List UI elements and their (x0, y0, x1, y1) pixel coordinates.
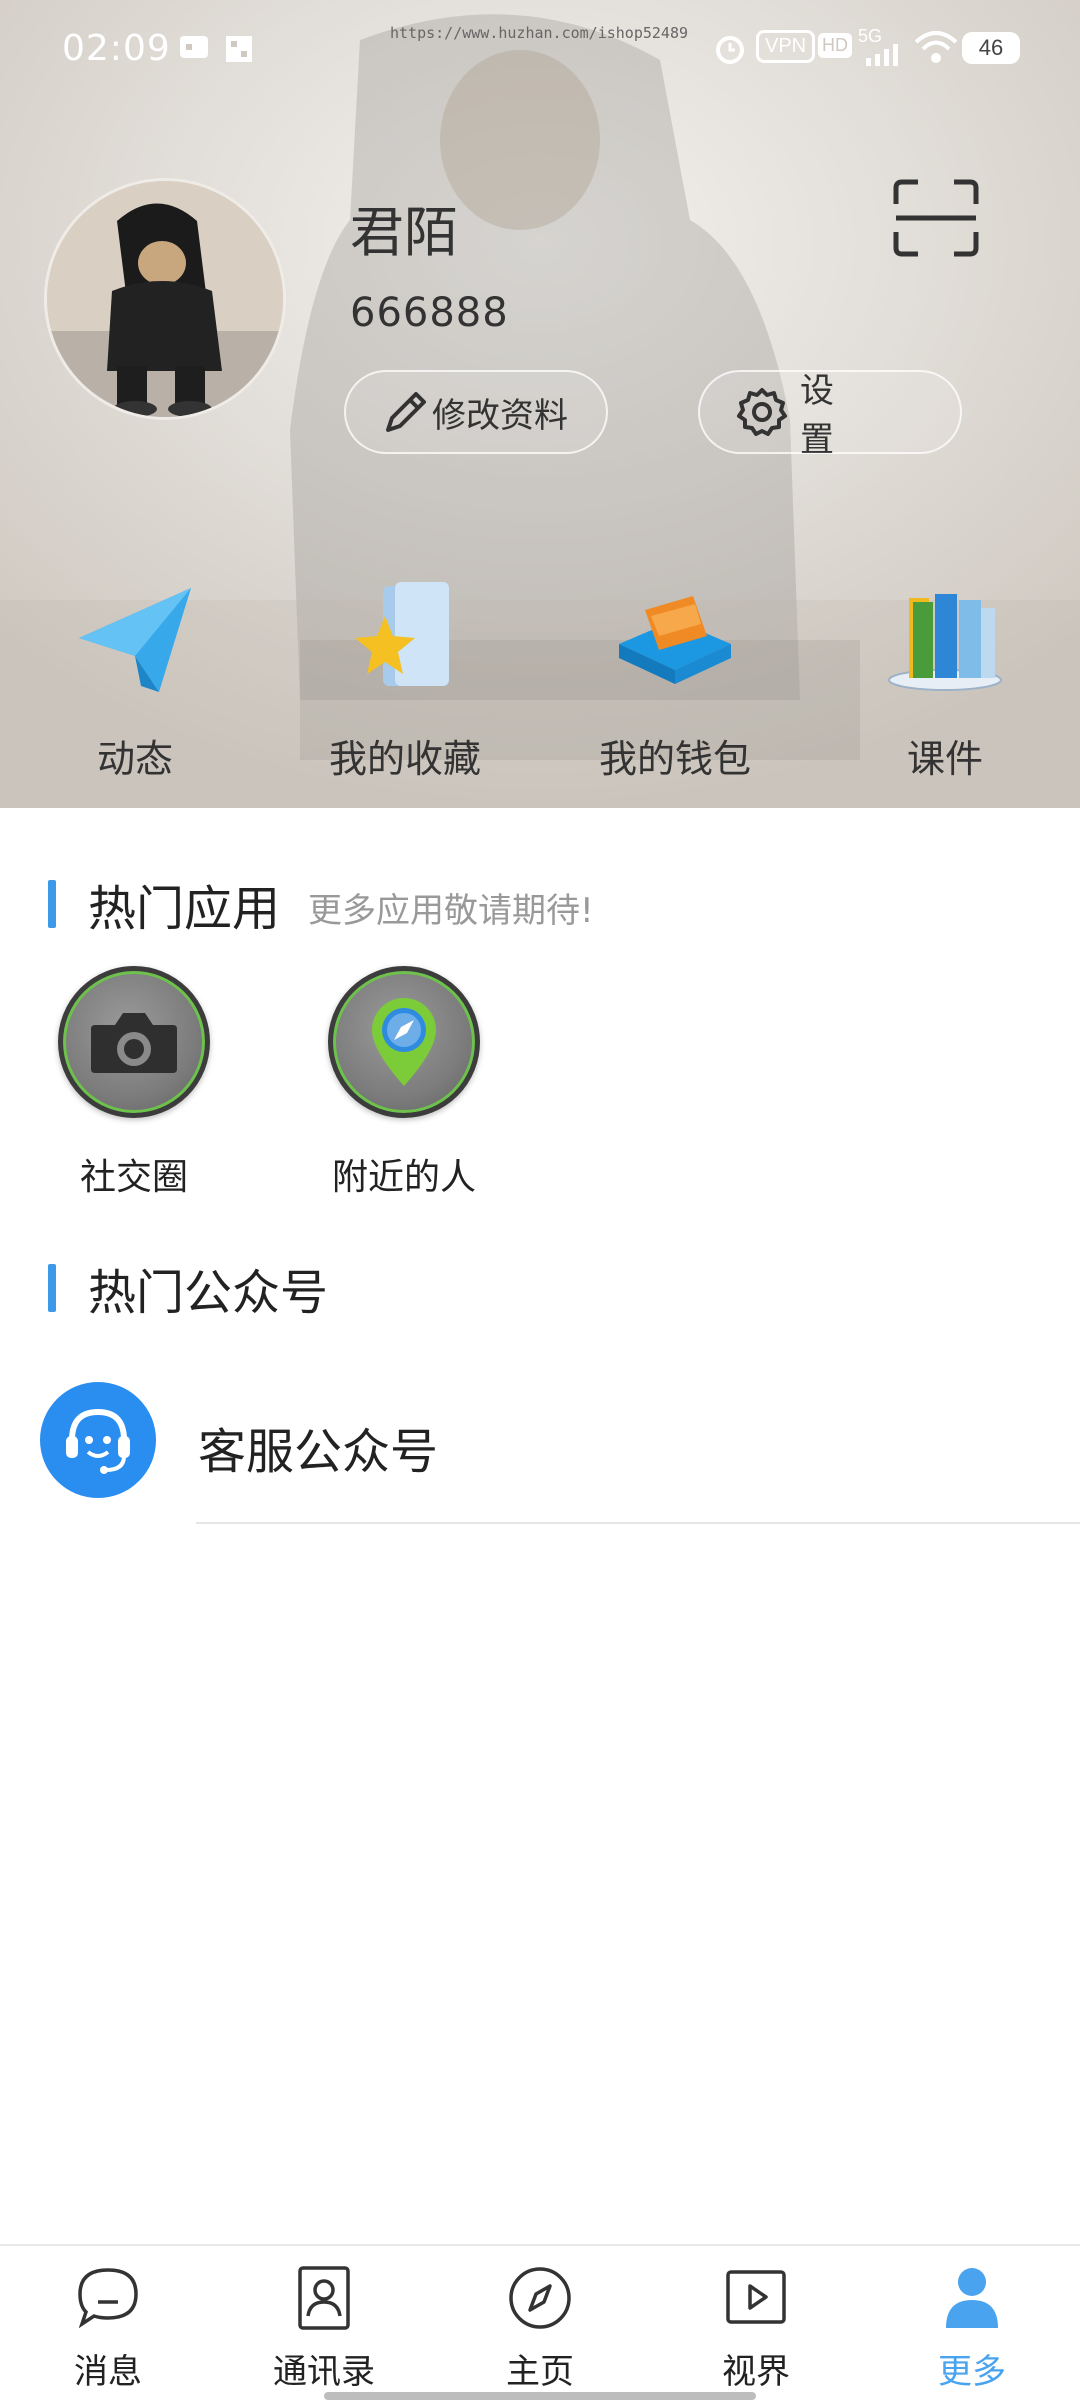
vpn-badge: VPN (756, 30, 816, 63)
nav-label: 通讯录 (273, 2352, 375, 2392)
quick-action-wallet[interactable]: 我的钱包 (565, 580, 785, 781)
nav-home[interactable]: 主页 (432, 2264, 648, 2394)
home-indicator[interactable] (324, 2392, 756, 2400)
official-account-customer-service[interactable]: 客服公众号 (40, 1378, 1080, 1526)
avatar-image (47, 181, 283, 417)
profile-header: 02:09 https://www.huzhan.com/ishop52489 … (0, 0, 1080, 808)
wallet-icon (619, 596, 731, 684)
qr-notification-icon (226, 36, 252, 62)
nav-label: 更多 (938, 2352, 1006, 2392)
quick-action-moments[interactable]: 动态 (25, 580, 245, 781)
app-label: 附近的人 (331, 1157, 476, 1198)
user-name: 君陌 (350, 201, 458, 264)
section-accent-bar (48, 1264, 56, 1312)
settings-button[interactable]: 设置 (698, 370, 962, 460)
scan-button[interactable] (892, 178, 980, 258)
nav-label: 视界 (722, 2352, 790, 2392)
quick-action-label: 课件 (906, 737, 983, 781)
app-nearby-people[interactable]: 附近的人 (270, 966, 490, 1198)
gear-icon (737, 388, 787, 436)
hd-badge: HD (818, 33, 852, 58)
bottom-navigation: 消息 通讯录 主页 视界 更多 (0, 2244, 1080, 2404)
settings-label: 设置 (800, 371, 918, 460)
person-icon (946, 2268, 998, 2328)
customer-service-icon (66, 1408, 130, 1474)
paper-plane-icon (79, 588, 191, 692)
books-icon (888, 594, 1002, 691)
camera-icon (91, 1013, 177, 1073)
app-icon (58, 966, 210, 1118)
pencil-icon (386, 392, 426, 432)
scan-icon (893, 179, 979, 257)
quick-action-favorites[interactable]: 我的收藏 (295, 580, 515, 781)
official-account-avatar (40, 1382, 156, 1498)
battery-indicator: 46 (962, 32, 1020, 64)
quick-action-label: 动态 (96, 737, 173, 781)
quick-action-label: 我的收藏 (328, 737, 481, 781)
nav-contacts[interactable]: 通讯录 (216, 2264, 432, 2394)
user-id: 666888 (350, 290, 509, 336)
hot-accounts-title: 热门公众号 (88, 1265, 329, 1321)
compass-icon (509, 2267, 571, 2329)
contacts-icon (298, 2266, 350, 2330)
nav-more[interactable]: 更多 (864, 2264, 1080, 2394)
edit-profile-label: 修改资料 (432, 395, 568, 436)
app-label: 社交圈 (79, 1157, 188, 1198)
section-accent-bar (48, 880, 56, 928)
quick-action-courseware[interactable]: 课件 (835, 580, 1055, 781)
watermark-url: https://www.huzhan.com/ishop52489 (390, 24, 689, 42)
alarm-icon (716, 36, 744, 64)
hot-accounts-section-title: 热门公众号 (48, 1262, 328, 1321)
app-icon (328, 966, 480, 1118)
star-folder-icon (355, 582, 449, 686)
hot-apps-subtitle: 更多应用敬请期待! (308, 890, 594, 931)
official-account-name: 客服公众号 (198, 1424, 439, 1480)
location-pin-icon (372, 998, 436, 1086)
app-social-circle[interactable]: 社交圈 (0, 966, 220, 1198)
list-divider (196, 1522, 1080, 1524)
avatar[interactable] (44, 178, 286, 420)
status-bar: 02:09 https://www.huzhan.com/ishop52489 … (0, 0, 1080, 100)
signal-icon (866, 44, 898, 66)
notification-icon (180, 36, 208, 58)
quick-action-label: 我的钱包 (598, 737, 751, 781)
hot-apps-section-title: 热门应用 更多应用敬请期待! (48, 878, 594, 937)
nav-label: 消息 (74, 2352, 142, 2392)
nav-messages[interactable]: 消息 (0, 2264, 216, 2394)
nav-label: 主页 (506, 2352, 574, 2392)
hot-apps-title: 热门应用 (88, 881, 281, 937)
nav-vision[interactable]: 视界 (648, 2264, 864, 2394)
video-play-icon (726, 2270, 786, 2324)
edit-profile-button[interactable]: 修改资料 (344, 370, 608, 454)
chat-bubble-icon (78, 2268, 138, 2329)
wifi-icon (914, 31, 958, 63)
status-time: 02:09 (62, 28, 171, 69)
